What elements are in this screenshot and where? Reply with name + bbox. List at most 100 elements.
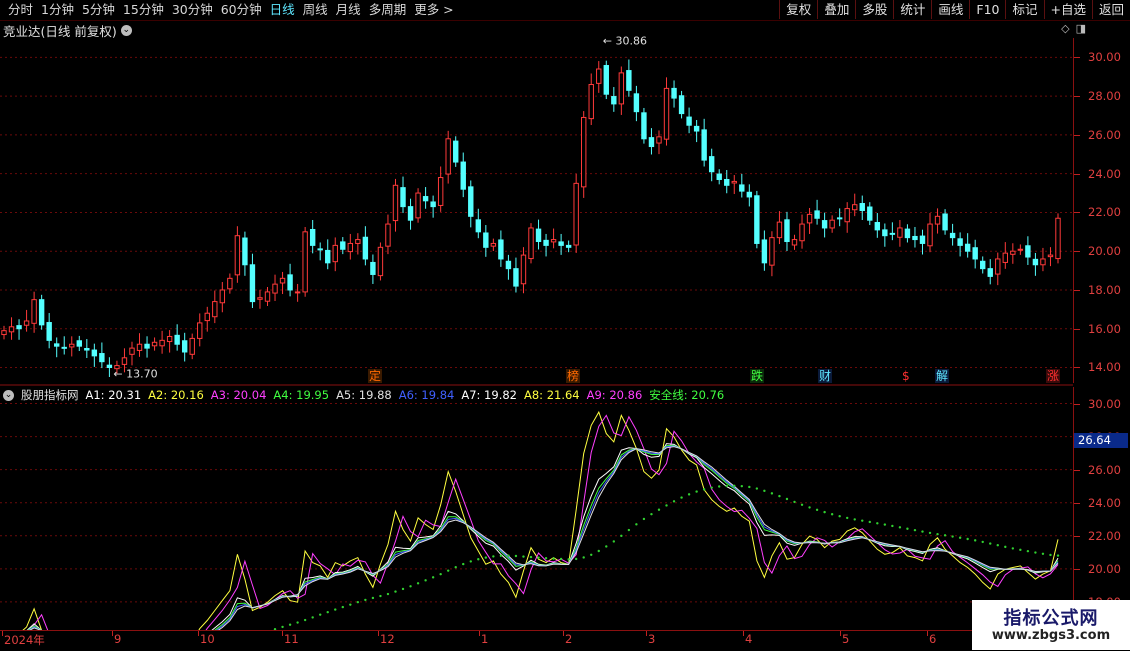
candle-body	[227, 277, 233, 290]
safety-line-dot	[921, 530, 924, 533]
candle-body	[1017, 248, 1024, 251]
safety-line-dot	[702, 488, 706, 491]
safety-line-dot	[296, 621, 299, 624]
candle-body	[596, 68, 602, 84]
safety-line-dot	[996, 544, 999, 547]
candle-body	[581, 116, 587, 188]
event-marker-0[interactable]: 定	[368, 369, 383, 383]
candle-body	[1010, 250, 1016, 255]
safety-line-dot	[364, 598, 367, 602]
indicator-name[interactable]: 股朋指标网	[21, 387, 79, 403]
candle-body	[129, 347, 135, 355]
candle-body	[422, 196, 429, 202]
safety-line-dot	[574, 557, 578, 561]
window-toggle-icon[interactable]: ◨	[1076, 22, 1086, 35]
event-marker-3[interactable]: 财	[818, 369, 833, 383]
candle-body	[181, 340, 188, 353]
safety-line-dot	[642, 517, 646, 521]
indicator-line-5	[29, 446, 1059, 630]
safety-line-dot	[815, 508, 819, 512]
candle-body	[806, 213, 813, 224]
candle-body	[761, 239, 768, 264]
candle-body	[565, 244, 572, 248]
candle-body	[535, 228, 542, 243]
safety-line-dot	[838, 515, 841, 518]
candle-body	[204, 312, 210, 322]
safety-line-dot	[793, 500, 796, 504]
candle-body	[964, 243, 971, 252]
candle-body	[1055, 217, 1061, 260]
candle-body	[151, 341, 158, 347]
candle-body	[543, 239, 549, 246]
candle-body	[159, 339, 165, 347]
candle-body	[69, 343, 75, 348]
chart-canvas[interactable]: ← 30.86 ← 13.70	[0, 0, 1073, 630]
event-marker-4[interactable]: $	[901, 369, 911, 383]
event-marker-1[interactable]: 榜	[566, 369, 581, 383]
safety-line-dot	[529, 555, 533, 559]
date-label: 4	[745, 632, 753, 646]
indicator-value-9: 安全线: 20.76	[649, 388, 725, 402]
candle-body	[1040, 258, 1046, 266]
event-marker-5[interactable]: 解	[935, 369, 950, 383]
candle-body	[724, 178, 730, 186]
safety-line-dot	[898, 526, 902, 529]
candle-body	[219, 289, 226, 304]
candle-body	[400, 187, 406, 208]
safety-line-dot	[597, 549, 600, 553]
indicator-tick-label: 24.00	[1074, 495, 1121, 510]
candle-body	[61, 346, 67, 349]
safety-line-dot	[462, 562, 465, 566]
safety-line-dot	[1034, 551, 1037, 554]
indicator-tick-label: 20.00	[1074, 561, 1121, 576]
safety-line-dot	[665, 504, 668, 507]
candle-body	[874, 222, 881, 231]
candle-body	[821, 220, 828, 229]
toolbar-button-8[interactable]: 返回	[1091, 0, 1130, 19]
indicator-value-0: A1: 20.31	[85, 388, 142, 402]
candle-body	[54, 343, 60, 347]
safety-line-dot	[861, 519, 864, 522]
candle-body	[264, 291, 271, 302]
indicator-value-5: A6: 19.84	[398, 388, 455, 402]
candle-body	[490, 242, 497, 247]
candle-body	[746, 191, 753, 198]
safety-line-dot	[499, 554, 503, 557]
safety-line-dot	[657, 508, 661, 511]
candle-body	[558, 241, 564, 246]
candle-body	[897, 227, 903, 238]
safety-line-dot	[454, 566, 457, 569]
date-tick	[840, 631, 841, 636]
safety-line-dot	[770, 492, 774, 495]
indicator-value-7: A8: 21.64	[523, 388, 580, 402]
date-label: 12	[380, 632, 395, 646]
candle-body	[272, 283, 278, 294]
candle-body	[686, 116, 692, 126]
candle-body	[332, 244, 338, 263]
safety-line-dot	[808, 506, 811, 509]
candle-body	[520, 254, 527, 285]
candle-body	[784, 219, 790, 243]
date-label: 6	[929, 632, 937, 646]
event-marker-2[interactable]: 跌	[750, 369, 765, 383]
candle-body	[8, 326, 15, 333]
safety-line-dot	[1019, 548, 1022, 552]
safety-line-dot	[356, 600, 360, 604]
safety-line-dot	[989, 542, 992, 545]
indicator-axis: 30.0028.0026.0024.0022.0020.0018.00	[1073, 387, 1130, 630]
safety-line-dot	[303, 618, 307, 622]
event-marker-6[interactable]: 涨	[1046, 369, 1061, 383]
candle-body	[889, 232, 896, 235]
price-tick-label: 24.00	[1074, 166, 1121, 181]
price-tick-label: 16.00	[1074, 321, 1121, 336]
candle-body	[648, 137, 655, 148]
safety-line-dot	[319, 613, 322, 616]
candle-body	[611, 96, 617, 105]
date-label: 2024年	[4, 633, 45, 647]
safety-line-dot	[522, 555, 525, 558]
indicator-dropdown-icon[interactable]: ⌄	[3, 389, 14, 401]
candle-body	[904, 228, 911, 239]
candle-body	[829, 219, 835, 229]
safety-line-dot	[876, 522, 879, 525]
candle-body	[1032, 258, 1039, 266]
